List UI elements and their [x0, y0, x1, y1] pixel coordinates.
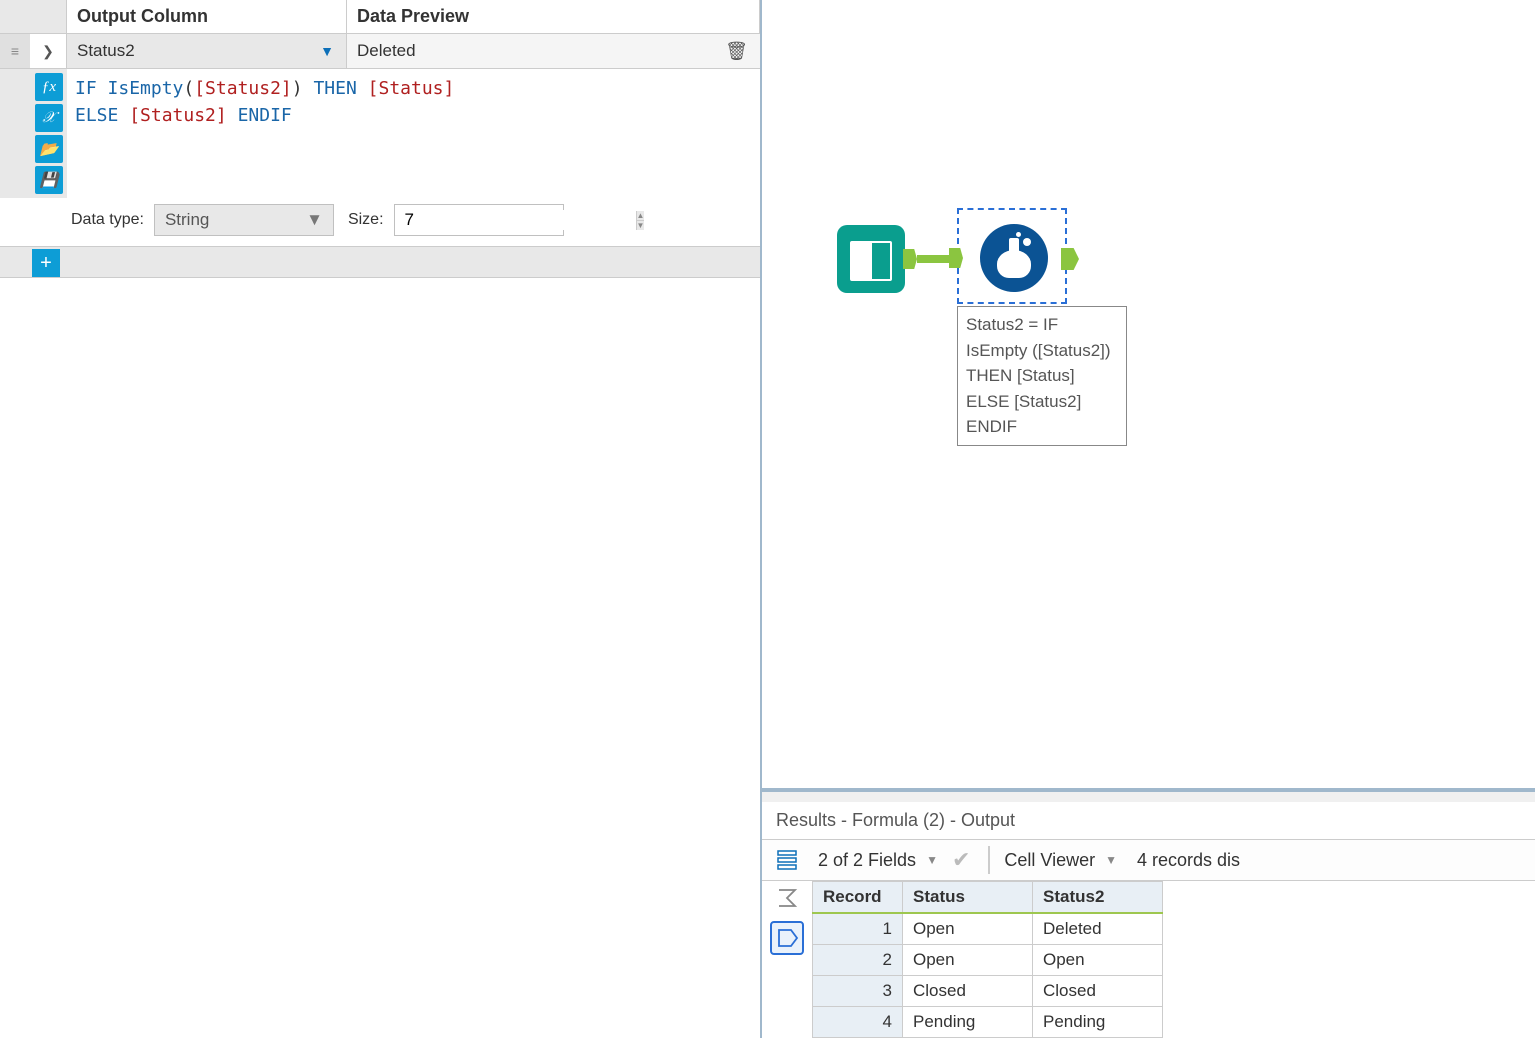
header-gutter [0, 0, 67, 33]
table-row[interactable]: 4PendingPending [813, 1007, 1163, 1038]
data-cell[interactable]: Pending [1033, 1007, 1163, 1038]
formula-tool-node[interactable] [957, 208, 1067, 304]
add-row-bar: + [0, 246, 760, 278]
data-type-dropdown[interactable]: String ▼ [154, 204, 334, 236]
results-icon-rail [762, 881, 812, 1038]
formula-tool-icon [980, 224, 1048, 292]
view-all-icon[interactable] [773, 846, 801, 874]
column-selection-row: ≡ ❯ Status2 ▼ Deleted 🗑 [0, 34, 760, 69]
output-column-header: Output Column [67, 0, 347, 33]
save-button[interactable]: 💾 [35, 166, 63, 194]
size-input-group: ▲ ▼ [394, 204, 564, 236]
data-cell[interactable]: Open [903, 945, 1033, 976]
results-table: RecordStatusStatus2 1OpenDeleted2OpenOpe… [812, 881, 1163, 1038]
text-input-tool-node[interactable] [837, 225, 905, 293]
results-body: RecordStatusStatus2 1OpenDeleted2OpenOpe… [762, 881, 1535, 1038]
table-row[interactable]: 3ClosedClosed [813, 976, 1163, 1007]
size-spinner: ▲ ▼ [636, 211, 645, 230]
column-header[interactable]: Record [813, 882, 903, 914]
record-number-cell: 1 [813, 913, 903, 945]
panel-drag-handle[interactable] [762, 792, 1535, 802]
results-panel: Results - Formula (2) - Output 2 of 2 Fi… [762, 788, 1535, 1038]
data-type-label: Data type: [71, 211, 144, 229]
right-panel: Status2 = IF IsEmpty ([Status2]) THEN [S… [762, 0, 1535, 1038]
data-cell[interactable]: Open [903, 913, 1033, 945]
workflow-canvas[interactable]: Status2 = IF IsEmpty ([Status2]) THEN [S… [762, 0, 1535, 788]
output-anchor-view-icon[interactable] [770, 921, 804, 955]
output-column-dropdown[interactable]: Status2 ▼ [67, 34, 347, 68]
results-title: Results - Formula (2) - Output [762, 802, 1535, 840]
folder-open-button[interactable]: 📂 [35, 135, 63, 163]
x-columns-button[interactable]: 𝒳 [35, 104, 63, 132]
expand-toggle-icon[interactable]: ❯ [30, 34, 67, 68]
output-column-value: Status2 [77, 41, 135, 61]
sigma-view-icon[interactable] [770, 881, 804, 915]
data-preview-value: Deleted [347, 41, 713, 61]
cell-viewer-dropdown-icon[interactable]: ▼ [1101, 853, 1121, 867]
text-input-icon [850, 235, 892, 283]
checkmark-icon[interactable]: ✔ [942, 847, 980, 873]
record-number-cell: 3 [813, 976, 903, 1007]
dropdown-arrow-icon: ▼ [320, 43, 334, 59]
fx-functions-button[interactable]: ƒx [35, 73, 63, 101]
dropdown-arrow-icon: ▼ [306, 210, 323, 230]
fields-count-text: 2 of 2 Fields [812, 850, 922, 871]
cell-viewer-text: Cell Viewer [998, 850, 1101, 871]
record-number-cell: 4 [813, 1007, 903, 1038]
formula-config-panel: Output Column Data Preview ≡ ❯ Status2 ▼… [0, 0, 762, 1038]
data-cell[interactable]: Closed [903, 976, 1033, 1007]
config-header-row: Output Column Data Preview [0, 0, 760, 34]
records-count-text: 4 records dis [1131, 850, 1246, 871]
record-number-cell: 2 [813, 945, 903, 976]
size-label: Size: [348, 211, 384, 229]
editor-gutter: ƒx 𝒳 📂 💾 [0, 69, 67, 198]
table-row[interactable]: 1OpenDeleted [813, 913, 1163, 945]
data-cell[interactable]: Pending [903, 1007, 1033, 1038]
output-anchor-icon[interactable] [1061, 248, 1079, 270]
delete-column-button[interactable]: 🗑 [713, 41, 760, 62]
toolbar-divider [988, 846, 990, 874]
data-type-row: Data type: String ▼ Size: ▲ ▼ [0, 198, 760, 246]
column-header[interactable]: Status [903, 882, 1033, 914]
output-anchor-icon[interactable] [903, 249, 917, 269]
fields-dropdown-icon[interactable]: ▼ [922, 853, 942, 867]
column-header[interactable]: Status2 [1033, 882, 1163, 914]
input-anchor-icon[interactable] [949, 248, 963, 268]
data-cell[interactable]: Closed [1033, 976, 1163, 1007]
results-toolbar: 2 of 2 Fields ▼ ✔ Cell Viewer ▼ 4 record… [762, 840, 1535, 881]
drag-handle-icon[interactable]: ≡ [0, 34, 30, 68]
formula-editor-section: ƒx 𝒳 📂 💾 IF IsEmpty([Status2]) THEN [Sta… [0, 69, 760, 198]
data-cell[interactable]: Deleted [1033, 913, 1163, 945]
data-type-value: String [165, 210, 209, 230]
spinner-up-button[interactable]: ▲ [637, 211, 645, 221]
spinner-down-button[interactable]: ▼ [637, 221, 645, 230]
add-expression-button[interactable]: + [32, 249, 60, 277]
formula-code-editor[interactable]: IF IsEmpty([Status2]) THEN [Status]ELSE … [67, 69, 760, 198]
results-table-area: RecordStatusStatus2 1OpenDeleted2OpenOpe… [812, 881, 1535, 1038]
data-cell[interactable]: Open [1033, 945, 1163, 976]
data-preview-header: Data Preview [347, 0, 760, 33]
table-row[interactable]: 2OpenOpen [813, 945, 1163, 976]
formula-annotation: Status2 = IF IsEmpty ([Status2]) THEN [S… [957, 306, 1127, 446]
size-input[interactable] [395, 210, 636, 230]
